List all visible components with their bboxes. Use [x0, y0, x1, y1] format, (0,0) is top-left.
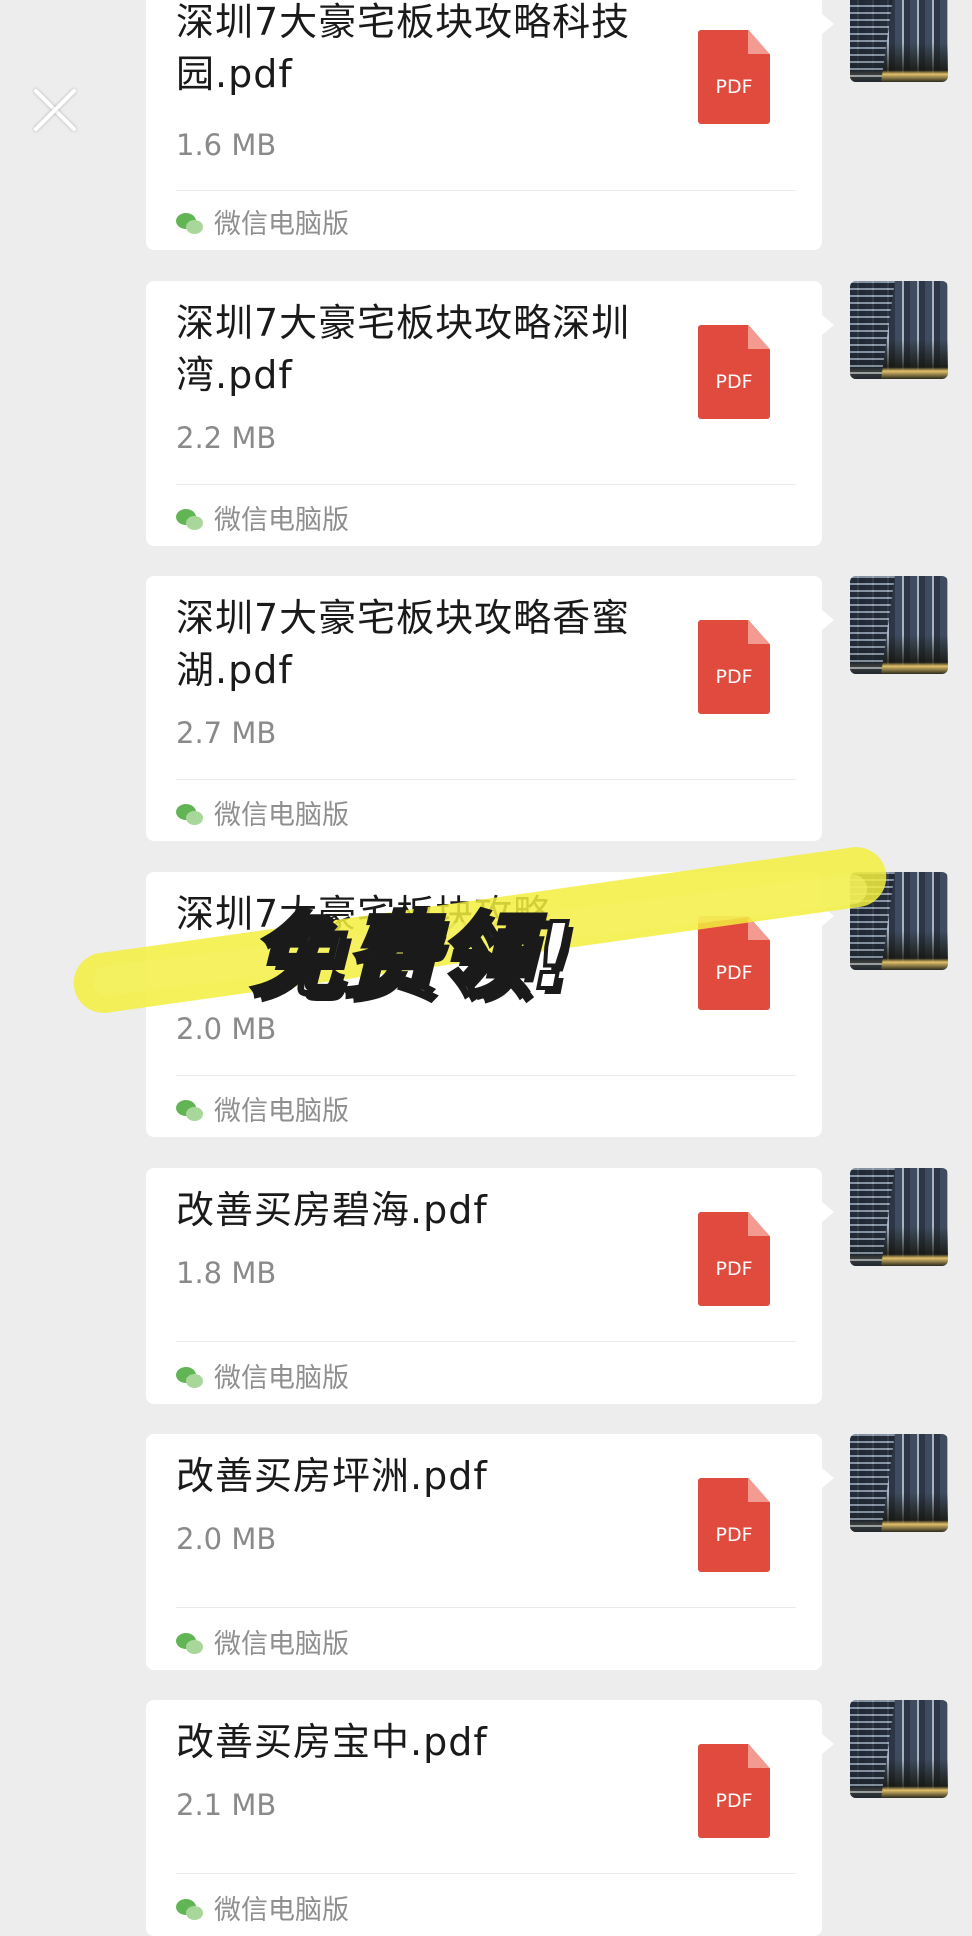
file-message-card[interactable]: 深圳7大豪宅板块攻略科技园.pdf 1.6 MB PDF 微信电脑版 — [146, 0, 834, 250]
pdf-file-icon: PDF — [698, 1212, 770, 1306]
file-size: 2.7 MB — [176, 716, 277, 750]
file-message-card[interactable]: 改善买房坪洲.pdf 2.0 MB PDF 微信电脑版 — [146, 1434, 834, 1670]
promo-headline: 免费领! — [248, 901, 576, 1012]
pdf-file-icon: PDF — [698, 620, 770, 714]
pdf-file-icon: PDF — [698, 1478, 770, 1572]
pdf-file-icon: PDF — [698, 1744, 770, 1838]
file-message-card[interactable]: 改善买房碧海.pdf 1.8 MB PDF 微信电脑版 — [146, 1168, 834, 1404]
file-size: 1.6 MB — [176, 128, 277, 162]
pdf-file-icon: PDF — [698, 325, 770, 419]
divider — [176, 190, 796, 191]
wechat-icon — [176, 1367, 204, 1389]
file-size: 2.2 MB — [176, 421, 277, 455]
divider — [176, 779, 796, 780]
divider — [176, 1341, 796, 1342]
wechat-icon — [176, 509, 204, 531]
file-name: 改善买房碧海.pdf — [176, 1188, 488, 1232]
wechat-icon — [176, 213, 204, 235]
sender-avatar[interactable] — [850, 1168, 948, 1266]
sender-avatar[interactable] — [850, 1434, 948, 1532]
file-size: 1.8 MB — [176, 1256, 277, 1290]
file-name: 深圳7大豪宅板块攻略香蜜湖.pdf — [176, 596, 631, 692]
divider — [176, 484, 796, 485]
file-message-card[interactable]: 深圳7大豪宅板块攻略香蜜湖.pdf 2.7 MB PDF 微信电脑版 — [146, 576, 834, 841]
file-name: 深圳7大豪宅板块攻略科技园.pdf — [176, 0, 631, 96]
file-name: 深圳7大豪宅板块攻略深圳湾.pdf — [176, 301, 631, 397]
page-indicator: 6/7 — [448, 90, 490, 120]
source-label: 微信电脑版 — [176, 1622, 349, 1661]
source-label: 微信电脑版 — [176, 1356, 349, 1395]
file-message-card[interactable]: 改善买房宝中.pdf 2.1 MB PDF 微信电脑版 — [146, 1700, 834, 1936]
promo-overlay: 免费领! — [69, 843, 891, 1020]
sender-avatar[interactable] — [850, 281, 948, 379]
close-button[interactable] — [30, 84, 80, 134]
source-label: 微信电脑版 — [176, 793, 349, 832]
wechat-icon — [176, 1100, 204, 1122]
sender-avatar[interactable] — [850, 576, 948, 674]
source-label: 微信电脑版 — [176, 498, 349, 537]
file-name: 改善买房坪洲.pdf — [176, 1454, 488, 1498]
divider — [176, 1607, 796, 1608]
wechat-icon — [176, 804, 204, 826]
pdf-file-icon: PDF — [698, 30, 770, 124]
file-message-card[interactable]: 深圳7大豪宅板块攻略深圳湾.pdf 2.2 MB PDF 微信电脑版 — [146, 281, 834, 546]
source-label: 微信电脑版 — [176, 202, 349, 241]
source-label: 微信电脑版 — [176, 1888, 349, 1927]
sender-avatar[interactable] — [850, 0, 948, 82]
divider — [176, 1075, 796, 1076]
source-label: 微信电脑版 — [176, 1089, 349, 1128]
file-size: 2.1 MB — [176, 1788, 277, 1822]
file-name: 改善买房宝中.pdf — [176, 1720, 488, 1764]
wechat-icon — [176, 1633, 204, 1655]
file-size: 2.0 MB — [176, 1522, 277, 1556]
sender-avatar[interactable] — [850, 1700, 948, 1798]
wechat-icon — [176, 1899, 204, 1921]
divider — [176, 1873, 796, 1874]
